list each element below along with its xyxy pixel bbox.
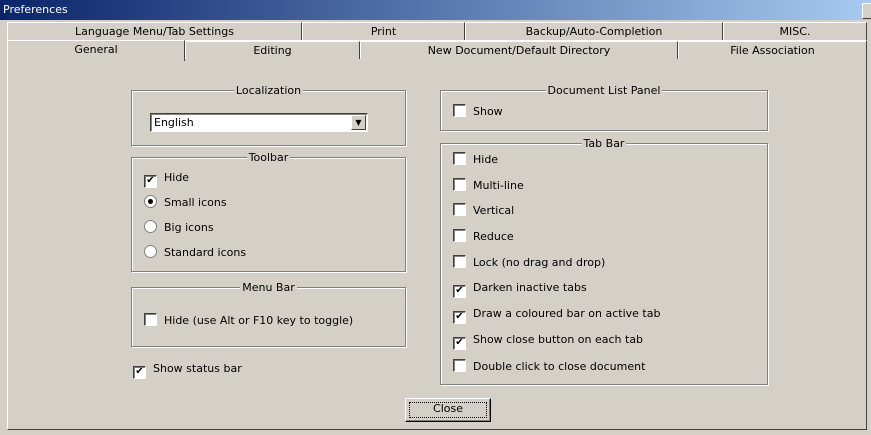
- checkbox-label: Show close button on each tab: [473, 333, 644, 346]
- group-legend: Toolbar: [246, 151, 291, 164]
- radio-label: Small icons: [164, 196, 227, 209]
- tab-label: Print: [370, 25, 397, 38]
- checkbox-label: Reduce: [473, 230, 514, 243]
- checkbox-icon[interactable]: [453, 152, 466, 165]
- doclist-show-checkbox[interactable]: Show: [453, 104, 503, 120]
- checkmark-icon[interactable]: ✔: [133, 366, 146, 379]
- checkmark-icon[interactable]: ✔: [453, 337, 466, 350]
- toolbar-hide-checkbox[interactable]: ✔ Hide: [144, 170, 190, 188]
- checkmark-icon[interactable]: ✔: [453, 285, 466, 298]
- tabbar-multiline-checkbox[interactable]: Multi-line: [453, 178, 524, 194]
- group-legend: Menu Bar: [240, 281, 297, 294]
- checkbox-label: Show: [473, 105, 503, 118]
- language-select[interactable]: English ▼: [150, 113, 368, 132]
- tabbar-lock-checkbox[interactable]: Lock (no drag and drop): [453, 255, 605, 271]
- close-window-icon[interactable]: [862, 3, 871, 19]
- tab-backup[interactable]: Backup/Auto-Completion: [465, 22, 723, 40]
- tabbar-vertical-checkbox[interactable]: Vertical: [453, 203, 514, 219]
- big-icons-radio[interactable]: Big icons: [144, 220, 214, 236]
- checkbox-label: Hide (use Alt or F10 key to toggle): [164, 314, 354, 327]
- window-title: Preferences: [3, 3, 68, 16]
- checkbox-icon[interactable]: [453, 104, 466, 117]
- checkbox-icon[interactable]: [453, 229, 466, 242]
- checkbox-icon[interactable]: [453, 178, 466, 191]
- small-icons-radio[interactable]: Small icons: [144, 195, 227, 211]
- group-legend: Tab Bar: [581, 137, 627, 150]
- radio-icon[interactable]: [144, 220, 157, 233]
- checkbox-icon[interactable]: [453, 255, 466, 268]
- checkmark-icon[interactable]: ✔: [453, 311, 466, 324]
- radio-icon[interactable]: [144, 245, 157, 258]
- tab-print[interactable]: Print: [302, 22, 465, 40]
- checkbox-icon[interactable]: [453, 203, 466, 216]
- tabbar-coloured-bar-checkbox[interactable]: ✔ Draw a coloured bar on active tab: [453, 306, 661, 324]
- radio-selected-icon[interactable]: [144, 195, 157, 208]
- checkbox-label: Double click to close document: [473, 360, 646, 373]
- tab-label: Backup/Auto-Completion: [525, 25, 663, 38]
- status-bar-checkbox[interactable]: ✔ Show status bar: [133, 361, 242, 379]
- tabbar-double-click-checkbox[interactable]: Double click to close document: [453, 359, 645, 375]
- close-button[interactable]: Close: [405, 398, 491, 422]
- checkbox-label: Multi-line: [473, 179, 524, 192]
- radio-label: Standard icons: [164, 246, 247, 259]
- radio-label: Big icons: [164, 221, 214, 234]
- tab-language-menu[interactable]: Language Menu/Tab Settings: [7, 22, 302, 40]
- tabbar-reduce-checkbox[interactable]: Reduce: [453, 229, 514, 245]
- checkbox-label: Draw a coloured bar on active tab: [473, 307, 661, 320]
- menubar-hide-checkbox[interactable]: Hide (use Alt or F10 key to toggle): [144, 313, 353, 329]
- checkbox-label: Vertical: [473, 204, 515, 217]
- tab-misc[interactable]: MISC.: [723, 22, 867, 40]
- tabbar-close-button-checkbox[interactable]: ✔ Show close button on each tab: [453, 332, 644, 350]
- tab-general[interactable]: General: [7, 40, 185, 61]
- tab-label: Language Menu/Tab Settings: [75, 25, 234, 38]
- selected-language: English: [154, 116, 194, 129]
- checkbox-label: Show status bar: [153, 362, 242, 375]
- checkbox-label: Hide: [473, 153, 499, 166]
- group-legend: Document List Panel: [545, 84, 663, 97]
- checkmark-icon[interactable]: ✔: [144, 175, 157, 188]
- standard-icons-radio[interactable]: Standard icons: [144, 245, 246, 261]
- checkbox-label: Lock (no drag and drop): [473, 256, 606, 269]
- tabbar-darken-checkbox[interactable]: ✔ Darken inactive tabs: [453, 280, 587, 298]
- checkbox-label: Darken inactive tabs: [473, 281, 587, 294]
- checkbox-icon[interactable]: [144, 313, 157, 326]
- chevron-down-icon[interactable]: ▼: [351, 115, 366, 130]
- title-bar: Preferences: [0, 0, 871, 20]
- tabbar-hide-checkbox[interactable]: Hide: [453, 152, 498, 168]
- tab-label: MISC.: [779, 25, 811, 38]
- tab-label: General: [74, 43, 118, 56]
- checkbox-label: Hide: [164, 171, 190, 184]
- group-legend: Localization: [233, 84, 304, 97]
- checkbox-icon[interactable]: [453, 359, 466, 372]
